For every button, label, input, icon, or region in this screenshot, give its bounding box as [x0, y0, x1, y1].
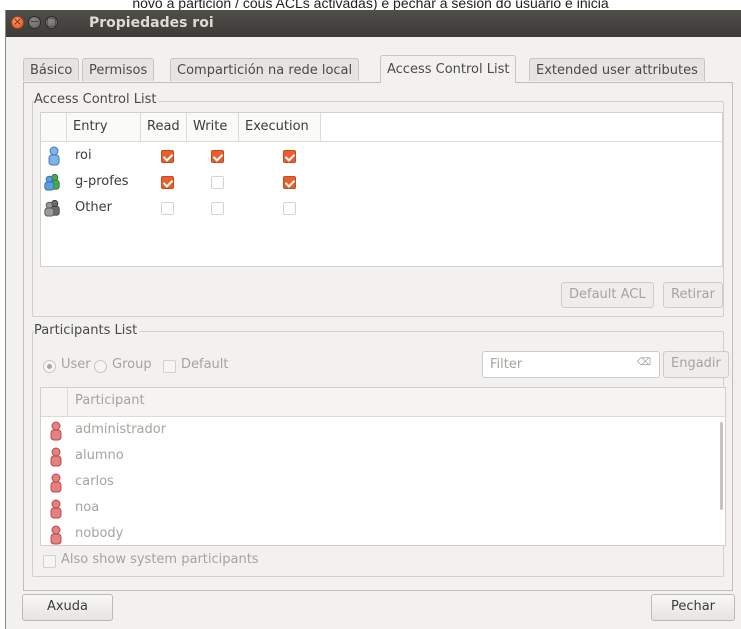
remove-acl-button[interactable]: Retirar [663, 282, 723, 308]
acl-entry-name: roi [75, 148, 92, 163]
list-item[interactable]: nobody [41, 522, 711, 545]
maximize-window-icon[interactable]: □ [45, 15, 58, 29]
acl-header-icon-column[interactable] [41, 113, 67, 141]
acl-entry-name: g-profes [75, 174, 129, 189]
group-icon [44, 173, 60, 191]
execution-checkbox[interactable] [283, 176, 296, 189]
list-item[interactable]: administrador [41, 418, 711, 444]
tab-basico[interactable]: Básico [23, 58, 80, 81]
add-participant-button[interactable]: Engadir [663, 351, 729, 378]
user-icon [50, 499, 62, 519]
read-checkbox[interactable] [161, 176, 174, 189]
acl-list[interactable]: Entry Read Write Execution roi g-profes … [40, 112, 723, 267]
participants-list[interactable]: Participant administrador alumno carlos … [40, 387, 726, 546]
acl-header-read[interactable]: Read [141, 113, 187, 141]
read-checkbox[interactable] [161, 150, 174, 163]
default-acl-button[interactable]: Default ACL [561, 282, 654, 308]
acl-header-execution[interactable]: Execution [239, 113, 321, 141]
other-icon [44, 199, 60, 217]
participants-header: Participant [41, 388, 725, 417]
user-icon [50, 473, 62, 493]
write-checkbox[interactable] [211, 176, 224, 189]
group-radio-label: Group [112, 357, 152, 372]
acl-header-entry[interactable]: Entry [67, 113, 141, 141]
filter-input[interactable]: Filter ⌫ [482, 351, 660, 378]
participant-name: nobody [75, 526, 124, 541]
write-checkbox[interactable] [211, 150, 224, 163]
list-item[interactable]: alumno [41, 444, 711, 470]
tab-extended-user-attributes[interactable]: Extended user attributes [529, 58, 705, 81]
write-checkbox[interactable] [211, 202, 224, 215]
execution-checkbox[interactable] [283, 150, 296, 163]
tab-comparticion[interactable]: Compartición na rede local [170, 58, 360, 81]
default-checkbox[interactable] [163, 360, 176, 373]
user-icon [50, 525, 62, 545]
list-item[interactable]: noa [41, 496, 711, 522]
participants-frame-label: Participants List [34, 323, 140, 338]
user-radio[interactable] [43, 360, 56, 373]
tab-access-control-list[interactable]: Access Control List [380, 55, 517, 83]
acl-row-g-profes[interactable]: g-profes [41, 170, 722, 196]
acl-row-roi[interactable]: roi [41, 144, 722, 170]
participant-name: noa [75, 500, 100, 515]
show-system-participants-checkbox[interactable] [43, 555, 56, 568]
default-checkbox-label: Default [181, 357, 229, 372]
user-icon [50, 421, 62, 441]
participant-name: carlos [75, 474, 114, 489]
acl-row-other[interactable]: Other [41, 196, 722, 222]
filter-placeholder: Filter [490, 357, 523, 372]
tab-content: Access Control List Entry Read Write Exe… [23, 82, 733, 591]
group-radio[interactable] [94, 360, 107, 373]
help-button[interactable]: Axuda [22, 594, 113, 621]
acl-frame-label: Access Control List [34, 92, 159, 107]
tab-permisos[interactable]: Permisos [82, 58, 155, 81]
properties-dialog: × − □ Propiedades roi Básico Permisos Co… [5, 10, 741, 629]
user-icon [48, 146, 60, 166]
participants-scrollbar[interactable] [720, 422, 723, 510]
participant-name: administrador [75, 422, 167, 437]
execution-checkbox[interactable] [283, 202, 296, 215]
minimize-window-icon[interactable]: − [28, 15, 41, 29]
clear-filter-icon[interactable]: ⌫ [637, 357, 651, 368]
acl-entry-name: Other [75, 200, 112, 215]
user-radio-label: User [61, 357, 91, 372]
list-item[interactable]: carlos [41, 470, 711, 496]
title-bar: × − □ Propiedades roi [6, 10, 741, 37]
participant-name: alumno [75, 448, 124, 463]
close-window-icon[interactable]: × [11, 15, 24, 29]
read-checkbox[interactable] [161, 202, 174, 215]
participants-header-participant[interactable]: Participant [75, 393, 145, 408]
close-button[interactable]: Pechar [651, 594, 735, 621]
acl-header-write[interactable]: Write [187, 113, 239, 141]
window-title: Propiedades roi [89, 15, 214, 31]
participants-header-icon-column[interactable] [41, 388, 68, 416]
user-icon [50, 447, 62, 467]
show-system-participants-label: Also show system participants [61, 552, 259, 567]
